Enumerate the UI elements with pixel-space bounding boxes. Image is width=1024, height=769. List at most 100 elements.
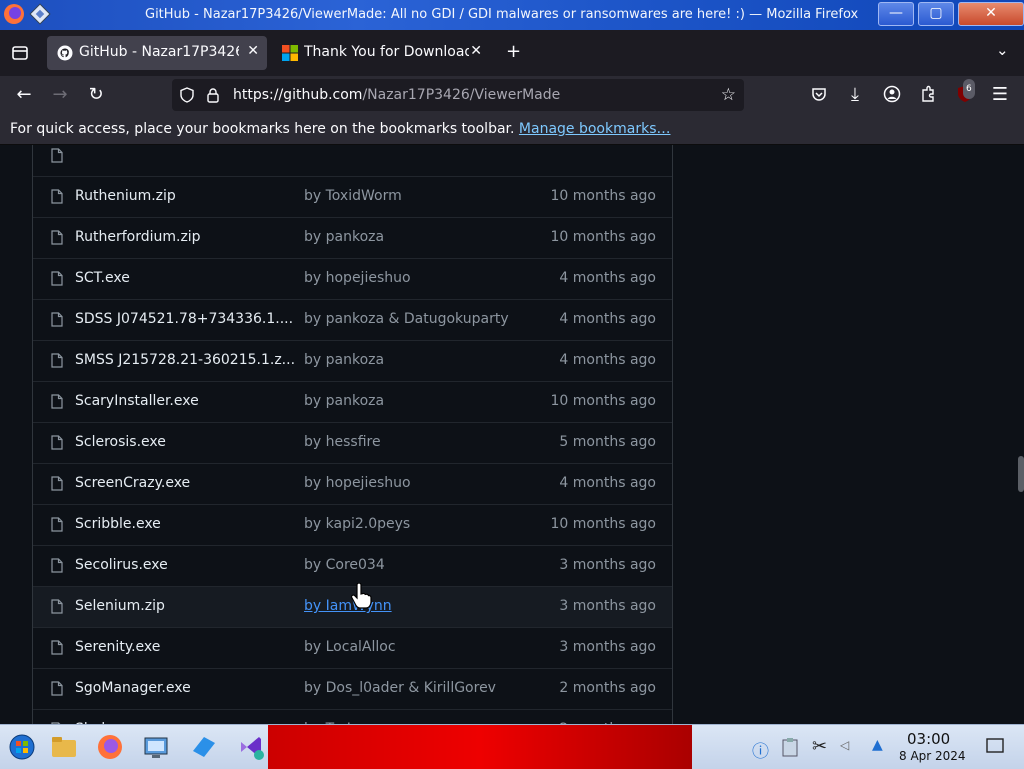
app-diamond-icon[interactable]: [28, 2, 52, 26]
file-name[interactable]: Sclerosis.exe: [75, 434, 166, 450]
file-name[interactable]: ScreenCrazy.exe: [75, 475, 190, 491]
file-author[interactable]: by LocalAlloc: [304, 639, 396, 655]
file-updated-time: 2 months ago: [559, 680, 656, 696]
file-icon: [51, 271, 63, 286]
file-author[interactable]: by hessfire: [304, 434, 381, 450]
file-row[interactable]: SMSS J215728.21-360215.1.z... by pankoza 4…: [33, 340, 672, 381]
file-author[interactable]: by Core034: [304, 557, 385, 573]
file-icon: [51, 353, 63, 368]
tab-github[interactable]: GitHub - Nazar17P3426/ViewerMade ✕: [47, 36, 267, 70]
back-icon[interactable]: ←: [14, 85, 34, 105]
firefox-icon[interactable]: [2, 2, 26, 26]
extensions-icon[interactable]: [919, 85, 937, 103]
file-row[interactable]: SCT.exe by hopejieshuo 4 months ago: [33, 258, 672, 299]
clock-time[interactable]: 03:00: [907, 730, 950, 748]
address-bar[interactable]: https://github.com/Nazar17P3426/ViewerMa…: [172, 79, 744, 111]
maximize-button[interactable]: ▢: [918, 2, 954, 26]
file-author[interactable]: by pankoza: [304, 229, 384, 245]
minimize-button[interactable]: —: [878, 2, 914, 26]
tab-bar: GitHub - Nazar17P3426/ViewerMade ✕ Thank…: [0, 30, 1024, 76]
window-title: GitHub - Nazar17P3426/ViewerMade: All no…: [145, 7, 859, 22]
file-author[interactable]: by pankoza & Datugokuparty: [304, 311, 509, 327]
notifications-icon[interactable]: [986, 737, 1004, 755]
list-tabs-chevron-icon[interactable]: ⌄: [996, 41, 1009, 59]
file-name[interactable]: SDSS J074521.78+734336.1....: [75, 311, 293, 327]
show-hidden-icons-icon[interactable]: ▲: [872, 737, 883, 753]
firefox-view-icon[interactable]: [10, 43, 30, 63]
file-row[interactable]: Shake.exeby TruLone2 months ago: [33, 709, 672, 724]
file-author[interactable]: by pankoza: [304, 352, 384, 368]
file-name[interactable]: Serenity.exe: [75, 639, 160, 655]
file-updated-time: 3 months ago: [559, 557, 656, 573]
file-row[interactable]: Ruthenium.zip by ToxidWorm 10 months ago: [33, 176, 672, 217]
clock-date[interactable]: 8 Apr 2024: [899, 749, 966, 763]
file-row[interactable]: Scribble.exe by kapi2.0peys 10 months ago: [33, 504, 672, 545]
file-author[interactable]: by kapi2.0peys: [304, 516, 410, 532]
bookmarks-hint-text: For quick access, place your bookmarks h…: [10, 121, 515, 137]
file-icon: [51, 230, 63, 245]
reload-icon[interactable]: ↻: [86, 85, 106, 105]
file-author[interactable]: by pankoza: [304, 393, 384, 409]
file-author[interactable]: by ToxidWorm: [304, 188, 402, 204]
page-content: Ruthenium.zip by ToxidWorm 10 months ago Ru…: [0, 145, 1024, 724]
file-name[interactable]: Selenium.zip: [75, 598, 165, 614]
info-tray-icon[interactable]: ⓘ: [752, 737, 769, 762]
pocket-icon[interactable]: [810, 85, 828, 103]
tab-label: Thank You for Downloading: [304, 44, 469, 60]
close-tab-icon[interactable]: ✕: [470, 43, 482, 59]
shield-icon[interactable]: [179, 87, 195, 103]
firefox-taskbar-icon[interactable]: [96, 733, 124, 761]
visual-studio-icon[interactable]: [237, 733, 265, 761]
file-row[interactable]: SDSS J074521.78+734336.1.... by pankoza &…: [33, 299, 672, 340]
file-explorer-icon[interactable]: [50, 733, 78, 761]
file-row[interactable]: Secolirus.exe by Core034 3 months ago: [33, 545, 672, 586]
file-name[interactable]: Ruthenium.zip: [75, 188, 176, 204]
menu-icon[interactable]: ☰: [990, 85, 1010, 105]
ublock-icon[interactable]: 6: [955, 79, 975, 105]
file-row[interactable]: Sclerosis.exe by hessfire 5 months ago: [33, 422, 672, 463]
file-name[interactable]: SMSS J215728.21-360215.1.z...: [75, 352, 295, 368]
bookmark-star-icon[interactable]: ☆: [721, 85, 736, 105]
control-panel-icon[interactable]: [142, 733, 170, 761]
downloads-icon[interactable]: ⤓: [845, 85, 865, 105]
file-updated-time: 10 months ago: [550, 188, 656, 204]
file-row[interactable]: Serenity.exe by LocalAlloc 3 months ago: [33, 627, 672, 668]
file-updated-time: 4 months ago: [559, 352, 656, 368]
scrollbar-thumb[interactable]: [1018, 456, 1024, 492]
file-name[interactable]: ScaryInstaller.exe: [75, 393, 199, 409]
new-tab-icon[interactable]: +: [506, 41, 521, 62]
file-updated-time: 4 months ago: [559, 270, 656, 286]
close-button[interactable]: ✕: [958, 2, 1024, 26]
navigation-toolbar: ← → ↻ https://github.com/Nazar17P3426/Vi…: [0, 76, 1024, 114]
account-icon[interactable]: [883, 85, 901, 103]
forward-icon[interactable]: →: [50, 85, 70, 105]
hand-cursor-icon: [351, 583, 372, 609]
microsoft-icon: [282, 45, 298, 61]
file-row[interactable]: Rutherfordium.zip by pankoza 10 months ago: [33, 217, 672, 258]
manage-bookmarks-link[interactable]: Manage bookmarks…: [519, 121, 671, 137]
file-author[interactable]: by Dos_l0ader & KirillGorev: [304, 680, 496, 696]
volume-tray-icon[interactable]: ◁: [840, 738, 849, 752]
lock-icon[interactable]: [206, 87, 220, 103]
file-row[interactable]: [33, 145, 672, 176]
close-tab-icon[interactable]: ✕: [247, 43, 259, 59]
file-row[interactable]: SgoManager.exe by Dos_l0ader & KirillGore…: [33, 668, 672, 709]
app-blue-icon[interactable]: [190, 733, 218, 761]
file-row[interactable]: ScreenCrazy.exe by hopejieshuo 4 months ag…: [33, 463, 672, 504]
file-author[interactable]: by hopejieshuo: [304, 270, 411, 286]
file-author[interactable]: by IamWynn: [304, 598, 392, 614]
file-row[interactable]: ScaryInstaller.exe by pankoza 10 months ag…: [33, 381, 672, 422]
clipboard-tray-icon[interactable]: [781, 737, 799, 757]
file-name[interactable]: Scribble.exe: [75, 516, 161, 532]
taskbar-red-area: [268, 725, 692, 769]
file-name[interactable]: SgoManager.exe: [75, 680, 191, 696]
file-author[interactable]: by hopejieshuo: [304, 475, 411, 491]
url-text[interactable]: https://github.com/Nazar17P3426/ViewerMa…: [233, 87, 560, 103]
scissors-tray-icon[interactable]: ✂: [812, 736, 827, 757]
github-icon: [57, 45, 73, 61]
file-name[interactable]: Rutherfordium.zip: [75, 229, 201, 245]
file-name[interactable]: Secolirus.exe: [75, 557, 168, 573]
tab-thank-you[interactable]: Thank You for Downloading ✕: [272, 36, 490, 70]
file-name[interactable]: SCT.exe: [75, 270, 130, 286]
start-orb-icon[interactable]: [8, 733, 36, 761]
